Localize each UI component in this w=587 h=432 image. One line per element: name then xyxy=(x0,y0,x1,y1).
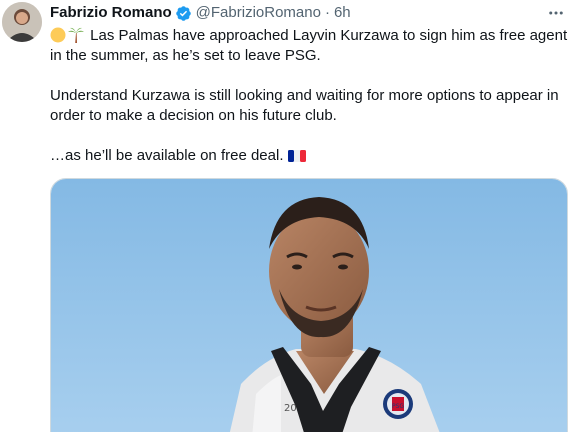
palm-tree-emoji-icon xyxy=(68,27,84,43)
photo-player-training-icon: PSG 20 xyxy=(51,179,567,432)
timestamp[interactable]: 6h xyxy=(334,4,351,22)
tweet-media-photo[interactable]: PSG 20 xyxy=(50,178,568,432)
person-avatar-icon xyxy=(2,2,42,42)
author-name[interactable]: Fabrizio Romano xyxy=(50,4,172,22)
svg-text:20: 20 xyxy=(284,403,297,414)
yellow-circle-emoji-icon xyxy=(50,27,66,43)
france-flag-emoji-icon xyxy=(287,149,306,165)
svg-text:PSG: PSG xyxy=(392,403,404,410)
more-horizontal-icon[interactable] xyxy=(545,2,567,24)
tweet-paragraph-1: Las Palmas have approached Layvin Kurzaw… xyxy=(50,26,570,66)
separator-dot: · xyxy=(324,4,330,21)
tweet-text: Las Palmas have approached Layvin Kurzaw… xyxy=(50,26,570,186)
tweet-paragraph-1-text: Las Palmas have approached Layvin Kurzaw… xyxy=(50,27,568,64)
tweet-paragraph-3-text: …as he’ll be available on free deal. xyxy=(50,147,288,164)
tweet-card[interactable]: Fabrizio Romano @FabrizioRomano · 6h Las… xyxy=(0,0,587,432)
verified-badge-icon xyxy=(175,5,192,22)
tweet-header: Fabrizio Romano @FabrizioRomano · 6h xyxy=(50,4,351,22)
author-handle[interactable]: @FabrizioRomano xyxy=(196,4,321,22)
avatar[interactable] xyxy=(2,2,42,42)
tweet-paragraph-3: …as he’ll be available on free deal. xyxy=(50,146,570,166)
tweet-paragraph-2-text: Understand Kurzawa is still looking and … xyxy=(50,87,559,124)
tweet-paragraph-2: Understand Kurzawa is still looking and … xyxy=(50,86,570,126)
